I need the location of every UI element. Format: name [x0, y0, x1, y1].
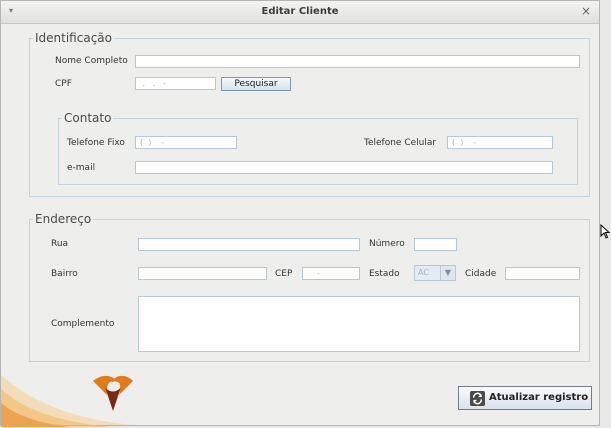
telefone-fixo-label: Telefone Fixo	[67, 138, 125, 148]
cidade-label: Cidade	[465, 269, 497, 279]
bairro-label: Bairro	[51, 269, 78, 279]
telefone-celular-input[interactable]	[447, 136, 553, 149]
complemento-label: Complemento	[51, 319, 115, 329]
numero-input[interactable]	[414, 238, 457, 251]
company-logo	[1, 375, 133, 427]
window-title: Editar Cliente	[261, 6, 339, 17]
close-icon[interactable]: ×	[581, 4, 591, 18]
bairro-input[interactable]	[138, 267, 267, 280]
estado-value: AC	[415, 266, 441, 280]
email-input[interactable]	[135, 161, 553, 174]
estado-label: Estado	[369, 269, 400, 279]
contato-legend: Contato	[64, 111, 112, 125]
rua-input[interactable]	[138, 238, 360, 251]
identificacao-legend: Identificação	[35, 31, 112, 45]
pesquisar-button[interactable]: Pesquisar	[221, 77, 291, 91]
cidade-input[interactable]	[505, 267, 580, 280]
cpf-input[interactable]	[135, 77, 216, 90]
estado-select[interactable]: AC ▼	[414, 265, 456, 281]
edit-client-dialog: ▾ Editar Cliente × Identificação Nome Co…	[0, 0, 600, 427]
email-label: e-mail	[67, 163, 96, 173]
numero-label: Número	[369, 239, 405, 249]
telefone-celular-label: Telefone Celular	[364, 138, 437, 148]
rua-label: Rua	[51, 239, 69, 249]
nome-completo-input[interactable]	[135, 55, 580, 68]
mouse-pointer-icon	[600, 224, 610, 239]
title-bar[interactable]: ▾ Editar Cliente ×	[1, 1, 599, 24]
atualizar-registro-button[interactable]: Atualizar registro	[458, 386, 592, 410]
cep-input[interactable]	[302, 267, 360, 280]
complemento-textarea[interactable]	[138, 296, 580, 352]
cpf-label: CPF	[55, 79, 72, 89]
refresh-icon	[470, 391, 485, 406]
endereco-legend: Endereço	[35, 212, 92, 226]
telefone-fixo-input[interactable]	[135, 136, 237, 149]
cep-label: CEP	[275, 269, 293, 279]
nome-completo-label: Nome Completo	[55, 56, 128, 66]
atualizar-registro-label: Atualizar registro	[489, 392, 589, 403]
chevron-down-icon[interactable]: ▼	[440, 266, 455, 280]
